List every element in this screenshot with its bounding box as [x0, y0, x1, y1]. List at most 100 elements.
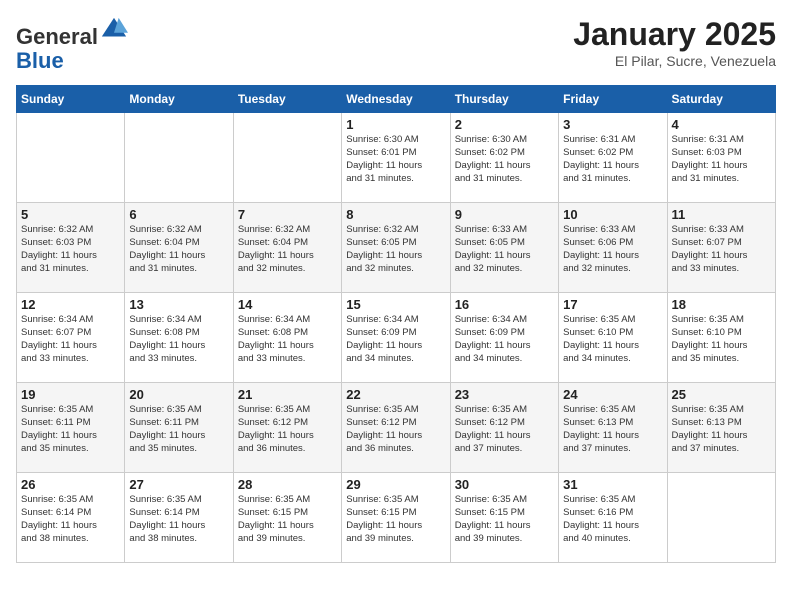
day-info: Sunrise: 6:32 AM Sunset: 6:05 PM Dayligh…: [346, 224, 445, 275]
day-info: Sunrise: 6:33 AM Sunset: 6:05 PM Dayligh…: [455, 224, 554, 275]
location: El Pilar, Sucre, Venezuela: [573, 53, 776, 69]
week-row-4: 19 Sunrise: 6:35 AM Sunset: 6:11 PM Dayli…: [17, 383, 776, 473]
logo-icon: [100, 16, 128, 44]
day-info: Sunrise: 6:35 AM Sunset: 6:13 PM Dayligh…: [672, 404, 771, 455]
day-info: Sunrise: 6:34 AM Sunset: 6:07 PM Dayligh…: [21, 314, 120, 365]
day-number: 26: [21, 477, 120, 492]
day-info: Sunrise: 6:33 AM Sunset: 6:06 PM Dayligh…: [563, 224, 662, 275]
day-number: 16: [455, 297, 554, 312]
calendar-cell: 9 Sunrise: 6:33 AM Sunset: 6:05 PM Daylig…: [450, 203, 558, 293]
day-number: 7: [238, 207, 337, 222]
day-number: 6: [129, 207, 228, 222]
calendar-cell: 4Sunrise: 6:31 AM Sunset: 6:03 PM Daylig…: [667, 113, 775, 203]
calendar-cell: 30Sunrise: 6:35 AM Sunset: 6:15 PM Dayli…: [450, 473, 558, 563]
day-info: Sunrise: 6:35 AM Sunset: 6:16 PM Dayligh…: [563, 494, 662, 545]
day-info: Sunrise: 6:34 AM Sunset: 6:08 PM Dayligh…: [129, 314, 228, 365]
day-info: Sunrise: 6:35 AM Sunset: 6:15 PM Dayligh…: [238, 494, 337, 545]
day-info: Sunrise: 6:32 AM Sunset: 6:04 PM Dayligh…: [238, 224, 337, 275]
day-number: 19: [21, 387, 120, 402]
day-info: Sunrise: 6:32 AM Sunset: 6:03 PM Dayligh…: [21, 224, 120, 275]
calendar-cell: [125, 113, 233, 203]
day-info: Sunrise: 6:31 AM Sunset: 6:03 PM Dayligh…: [672, 134, 771, 185]
day-info: Sunrise: 6:35 AM Sunset: 6:13 PM Dayligh…: [563, 404, 662, 455]
calendar-cell: 15 Sunrise: 6:34 AM Sunset: 6:09 PM Dayli…: [342, 293, 450, 383]
day-info: Sunrise: 6:34 AM Sunset: 6:08 PM Dayligh…: [238, 314, 337, 365]
calendar-cell: 3 Sunrise: 6:31 AM Sunset: 6:02 PM Daylig…: [559, 113, 667, 203]
col-header-tuesday: Tuesday: [233, 86, 341, 113]
calendar-cell: 2 Sunrise: 6:30 AM Sunset: 6:02 PM Daylig…: [450, 113, 558, 203]
calendar-table: SundayMondayTuesdayWednesdayThursdayFrid…: [16, 85, 776, 563]
calendar-cell: 10 Sunrise: 6:33 AM Sunset: 6:06 PM Dayli…: [559, 203, 667, 293]
day-info: Sunrise: 6:34 AM Sunset: 6:09 PM Dayligh…: [455, 314, 554, 365]
month-title: January 2025: [573, 16, 776, 53]
calendar-cell: 22Sunrise: 6:35 AM Sunset: 6:12 PM Dayli…: [342, 383, 450, 473]
calendar-cell: 18Sunrise: 6:35 AM Sunset: 6:10 PM Dayli…: [667, 293, 775, 383]
logo-general-text: General: [16, 24, 98, 49]
week-row-1: 1 Sunrise: 6:30 AM Sunset: 6:01 PM Daylig…: [17, 113, 776, 203]
calendar-cell: 8 Sunrise: 6:32 AM Sunset: 6:05 PM Daylig…: [342, 203, 450, 293]
day-number: 2: [455, 117, 554, 132]
calendar-cell: 11 Sunrise: 6:33 AM Sunset: 6:07 PM Dayli…: [667, 203, 775, 293]
day-number: 1: [346, 117, 445, 132]
day-info: Sunrise: 6:30 AM Sunset: 6:02 PM Dayligh…: [455, 134, 554, 185]
day-number: 9: [455, 207, 554, 222]
calendar-cell: 12 Sunrise: 6:34 AM Sunset: 6:07 PM Dayli…: [17, 293, 125, 383]
day-number: 24: [563, 387, 662, 402]
day-number: 8: [346, 207, 445, 222]
col-header-monday: Monday: [125, 86, 233, 113]
calendar-cell: 21 Sunrise: 6:35 AM Sunset: 6:12 PM Dayli…: [233, 383, 341, 473]
day-info: Sunrise: 6:33 AM Sunset: 6:07 PM Dayligh…: [672, 224, 771, 275]
week-row-5: 26 Sunrise: 6:35 AM Sunset: 6:14 PM Dayli…: [17, 473, 776, 563]
day-info: Sunrise: 6:35 AM Sunset: 6:12 PM Dayligh…: [455, 404, 554, 455]
day-info: Sunrise: 6:35 AM Sunset: 6:10 PM Dayligh…: [563, 314, 662, 365]
day-number: 5: [21, 207, 120, 222]
day-info: Sunrise: 6:31 AM Sunset: 6:02 PM Dayligh…: [563, 134, 662, 185]
day-number: 20: [129, 387, 228, 402]
day-info: Sunrise: 6:34 AM Sunset: 6:09 PM Dayligh…: [346, 314, 445, 365]
calendar-cell: 16 Sunrise: 6:34 AM Sunset: 6:09 PM Dayli…: [450, 293, 558, 383]
day-info: Sunrise: 6:35 AM Sunset: 6:10 PM Dayligh…: [672, 314, 771, 365]
calendar-cell: 24 Sunrise: 6:35 AM Sunset: 6:13 PM Dayli…: [559, 383, 667, 473]
day-number: 11: [672, 207, 771, 222]
day-info: Sunrise: 6:35 AM Sunset: 6:15 PM Dayligh…: [346, 494, 445, 545]
day-number: 30: [455, 477, 554, 492]
page-header: General Blue January 2025 El Pilar, Sucr…: [16, 16, 776, 73]
logo: General Blue: [16, 16, 128, 73]
day-number: 15: [346, 297, 445, 312]
day-number: 28: [238, 477, 337, 492]
col-header-sunday: Sunday: [17, 86, 125, 113]
day-info: Sunrise: 6:30 AM Sunset: 6:01 PM Dayligh…: [346, 134, 445, 185]
calendar-cell: 14Sunrise: 6:34 AM Sunset: 6:08 PM Dayli…: [233, 293, 341, 383]
calendar-cell: 7 Sunrise: 6:32 AM Sunset: 6:04 PM Daylig…: [233, 203, 341, 293]
day-number: 29: [346, 477, 445, 492]
calendar-cell: 5 Sunrise: 6:32 AM Sunset: 6:03 PM Daylig…: [17, 203, 125, 293]
col-header-friday: Friday: [559, 86, 667, 113]
day-number: 25: [672, 387, 771, 402]
day-number: 23: [455, 387, 554, 402]
calendar-cell: 28 Sunrise: 6:35 AM Sunset: 6:15 PM Dayli…: [233, 473, 341, 563]
calendar-cell: 1 Sunrise: 6:30 AM Sunset: 6:01 PM Daylig…: [342, 113, 450, 203]
calendar-cell: 25 Sunrise: 6:35 AM Sunset: 6:13 PM Dayli…: [667, 383, 775, 473]
day-number: 3: [563, 117, 662, 132]
day-number: 17: [563, 297, 662, 312]
col-header-thursday: Thursday: [450, 86, 558, 113]
week-row-2: 5 Sunrise: 6:32 AM Sunset: 6:03 PM Daylig…: [17, 203, 776, 293]
calendar-cell: 19 Sunrise: 6:35 AM Sunset: 6:11 PM Dayli…: [17, 383, 125, 473]
calendar-cell: 29 Sunrise: 6:35 AM Sunset: 6:15 PM Dayli…: [342, 473, 450, 563]
day-info: Sunrise: 6:35 AM Sunset: 6:12 PM Dayligh…: [238, 404, 337, 455]
calendar-cell: 13 Sunrise: 6:34 AM Sunset: 6:08 PM Dayli…: [125, 293, 233, 383]
day-number: 22: [346, 387, 445, 402]
day-info: Sunrise: 6:35 AM Sunset: 6:14 PM Dayligh…: [21, 494, 120, 545]
calendar-cell: [17, 113, 125, 203]
col-header-saturday: Saturday: [667, 86, 775, 113]
calendar-cell: 23 Sunrise: 6:35 AM Sunset: 6:12 PM Dayli…: [450, 383, 558, 473]
day-info: Sunrise: 6:35 AM Sunset: 6:11 PM Dayligh…: [21, 404, 120, 455]
day-number: 31: [563, 477, 662, 492]
day-number: 21: [238, 387, 337, 402]
day-number: 10: [563, 207, 662, 222]
day-number: 13: [129, 297, 228, 312]
col-header-wednesday: Wednesday: [342, 86, 450, 113]
day-info: Sunrise: 6:35 AM Sunset: 6:14 PM Dayligh…: [129, 494, 228, 545]
day-number: 12: [21, 297, 120, 312]
calendar-cell: 17 Sunrise: 6:35 AM Sunset: 6:10 PM Dayli…: [559, 293, 667, 383]
